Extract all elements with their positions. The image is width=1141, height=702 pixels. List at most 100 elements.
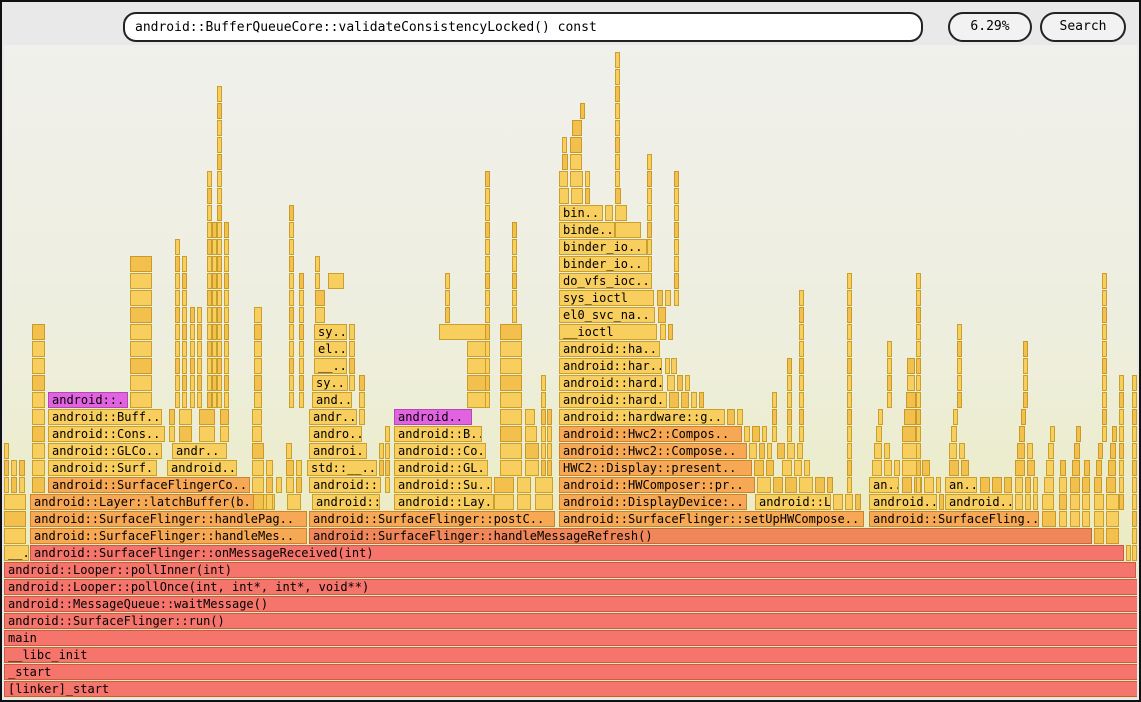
flame-frame[interactable]: [799, 307, 804, 323]
flame-frame[interactable]: [799, 290, 804, 306]
flame-frame[interactable]: [1106, 528, 1119, 544]
flame-frame[interactable]: android..: [945, 494, 1013, 510]
flame-frame[interactable]: [190, 307, 195, 323]
flame-frame[interactable]: [562, 137, 567, 153]
flame-frame[interactable]: [794, 460, 802, 476]
flame-frame[interactable]: android..: [167, 460, 237, 476]
flame-frame[interactable]: binder_io..: [559, 256, 649, 272]
flame-frame[interactable]: [4, 477, 9, 493]
flame-frame[interactable]: [266, 477, 273, 493]
flame-frame[interactable]: [276, 477, 282, 493]
flame-frame[interactable]: [804, 460, 810, 476]
flame-frame[interactable]: android..: [869, 494, 937, 510]
flame-frame[interactable]: [957, 358, 962, 374]
flame-frame[interactable]: [916, 324, 921, 340]
flame-frame[interactable]: [217, 256, 222, 272]
flame-frame[interactable]: [190, 324, 195, 340]
flame-frame[interactable]: [668, 324, 673, 340]
flame-frame[interactable]: [669, 392, 679, 408]
flame-frame[interactable]: [linker]_start: [4, 681, 1137, 697]
flame-frame[interactable]: [767, 443, 772, 459]
flame-frame[interactable]: [349, 358, 355, 374]
flame-frame[interactable]: [217, 341, 222, 357]
flame-frame[interactable]: [1082, 477, 1090, 493]
flame-frame[interactable]: [32, 426, 45, 442]
flame-frame[interactable]: [224, 375, 229, 391]
flame-frame[interactable]: [1070, 477, 1080, 493]
flame-frame[interactable]: [32, 358, 45, 374]
flame-frame[interactable]: andr..: [309, 409, 357, 425]
flame-frame[interactable]: [224, 324, 229, 340]
flame-frame[interactable]: android::Lay..: [394, 494, 494, 510]
flame-frame[interactable]: [847, 358, 852, 374]
flame-frame[interactable]: [445, 273, 450, 289]
flame-frame[interactable]: [485, 188, 490, 204]
flame-frame[interactable]: [525, 443, 539, 459]
flame-frame[interactable]: android::SurfaceFlinger::run(): [4, 613, 1137, 629]
flame-frame[interactable]: [130, 392, 152, 408]
flame-frame[interactable]: [500, 341, 522, 357]
flame-frame[interactable]: [217, 375, 222, 391]
flame-frame[interactable]: [1119, 375, 1124, 391]
flame-frame[interactable]: [762, 426, 767, 442]
flame-frame[interactable]: [1070, 494, 1080, 510]
flame-frame[interactable]: [224, 290, 229, 306]
flame-frame[interactable]: [671, 358, 677, 374]
flame-frame[interactable]: [541, 460, 546, 476]
flame-frame[interactable]: [385, 460, 390, 476]
flame-frame[interactable]: [315, 307, 325, 323]
flame-frame[interactable]: do_vfs_ioc..: [559, 273, 652, 289]
flame-frame[interactable]: bin..: [559, 205, 603, 221]
flame-frame[interactable]: [727, 409, 735, 425]
flame-frame[interactable]: [884, 443, 890, 459]
flame-frame[interactable]: [385, 477, 390, 493]
flame-frame[interactable]: __libc_init: [4, 647, 1137, 663]
flame-frame[interactable]: [916, 460, 921, 476]
flame-frame[interactable]: HWC2::Display::present..: [559, 460, 752, 476]
flame-frame[interactable]: android::HWComposer::pr..: [559, 477, 755, 493]
flame-frame[interactable]: [252, 443, 264, 459]
flame-frame[interactable]: [547, 426, 552, 442]
flame-frame[interactable]: [485, 290, 490, 306]
flame-frame[interactable]: [199, 426, 215, 442]
flame-frame[interactable]: [217, 358, 222, 374]
flame-frame[interactable]: [615, 137, 620, 153]
flame-frame[interactable]: [1084, 460, 1090, 476]
flame-frame[interactable]: android::SurfaceFlinger::postC..: [309, 511, 555, 527]
flame-frame[interactable]: [562, 154, 568, 170]
flame-frame[interactable]: android::SurfaceFlingerCo..: [48, 477, 250, 493]
flame-frame[interactable]: [787, 426, 792, 442]
flame-frame[interactable]: [217, 239, 222, 255]
flame-frame[interactable]: [1015, 494, 1023, 510]
flame-frame[interactable]: [315, 290, 325, 306]
flame-frame[interactable]: [1015, 477, 1023, 493]
flame-frame[interactable]: [1025, 494, 1031, 510]
flame-frame[interactable]: [667, 375, 675, 391]
flame-frame[interactable]: [286, 477, 294, 493]
flame-frame[interactable]: [887, 358, 892, 374]
flame-frame[interactable]: [512, 273, 517, 289]
flame-frame[interactable]: [847, 443, 852, 459]
flame-frame[interactable]: [541, 392, 546, 408]
flame-frame[interactable]: [254, 341, 262, 357]
flame-frame[interactable]: [658, 307, 666, 323]
flame-frame[interactable]: [887, 392, 892, 408]
flame-frame[interactable]: [665, 358, 670, 374]
flame-frame[interactable]: sys_ioctl: [559, 290, 654, 306]
flame-frame[interactable]: [1119, 494, 1124, 510]
flame-frame[interactable]: [959, 443, 965, 459]
flame-frame[interactable]: [190, 341, 195, 357]
flame-frame[interactable]: [547, 460, 552, 476]
flame-frame[interactable]: [1132, 375, 1137, 391]
flame-frame[interactable]: [175, 273, 180, 289]
flame-frame[interactable]: [130, 375, 152, 391]
flame-frame[interactable]: [289, 358, 294, 374]
flame-frame[interactable]: [957, 375, 962, 391]
flame-frame[interactable]: __..: [314, 358, 347, 374]
flame-frame[interactable]: [289, 307, 294, 323]
flame-frame[interactable]: android::SurfaceFlinger::handleMessageRe…: [309, 528, 1092, 544]
flame-frame[interactable]: [847, 273, 852, 289]
flame-frame[interactable]: [799, 358, 804, 374]
flame-frame[interactable]: main: [4, 630, 1137, 646]
flame-frame[interactable]: [887, 341, 892, 357]
